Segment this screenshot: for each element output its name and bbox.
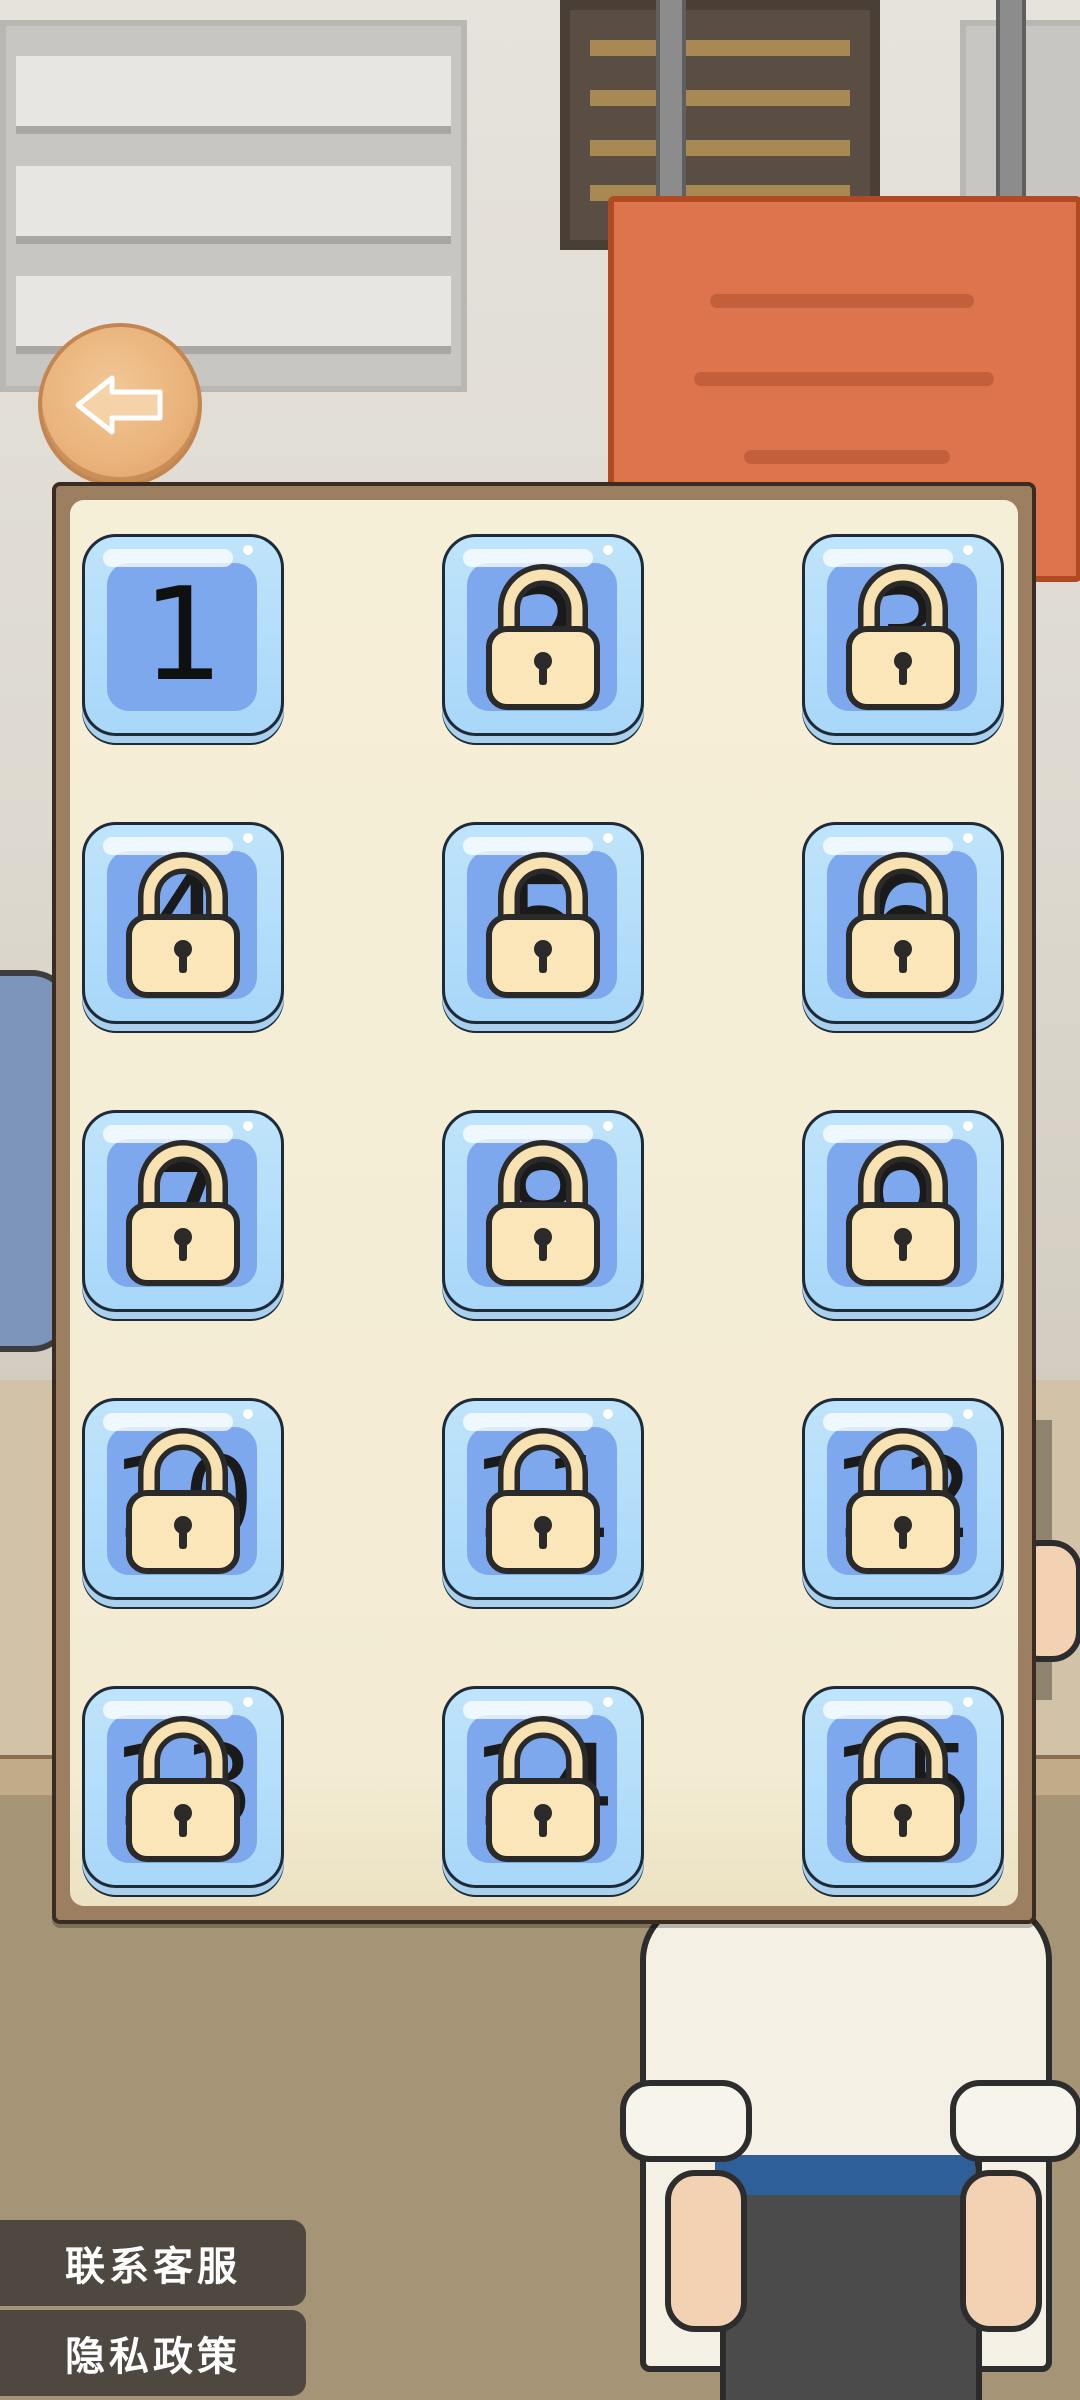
back-button[interactable] bbox=[38, 323, 202, 487]
padlock-icon bbox=[846, 1428, 960, 1574]
chef-hand bbox=[665, 2170, 747, 2332]
padlock-icon bbox=[126, 1716, 240, 1862]
sign-pole bbox=[996, 0, 1026, 200]
level-tile-locked[interactable]: 4 bbox=[82, 822, 284, 1024]
chef-pants bbox=[720, 2160, 982, 2400]
privacy-policy-button[interactable]: 隐私政策 bbox=[0, 2310, 306, 2396]
padlock-icon bbox=[486, 1428, 600, 1574]
level-tile-locked[interactable]: 12 bbox=[802, 1398, 1004, 1600]
padlock-icon bbox=[486, 1140, 600, 1286]
padlock-icon bbox=[126, 1140, 240, 1286]
kitchen-shelf bbox=[0, 20, 467, 392]
level-number: 1 bbox=[142, 560, 224, 710]
contact-support-button[interactable]: 联系客服 bbox=[0, 2220, 306, 2306]
padlock-icon bbox=[846, 1716, 960, 1862]
padlock-icon bbox=[846, 852, 960, 998]
chef-sleeve bbox=[620, 2080, 752, 2162]
level-tile-locked[interactable]: 3 bbox=[802, 534, 1004, 736]
padlock-icon bbox=[486, 852, 600, 998]
padlock-icon bbox=[486, 564, 600, 710]
level-grid: 123456789101112131415 bbox=[82, 534, 1004, 1888]
level-tile-locked[interactable]: 15 bbox=[802, 1686, 1004, 1888]
level-tile-locked[interactable]: 6 bbox=[802, 822, 1004, 1024]
padlock-icon bbox=[846, 564, 960, 710]
level-tile[interactable]: 1 bbox=[82, 534, 284, 736]
level-tile-locked[interactable]: 5 bbox=[442, 822, 644, 1024]
level-tile-locked[interactable]: 14 bbox=[442, 1686, 644, 1888]
padlock-icon bbox=[126, 1428, 240, 1574]
padlock-icon bbox=[846, 1140, 960, 1286]
chef-belt bbox=[715, 2155, 975, 2195]
level-tile-locked[interactable]: 13 bbox=[82, 1686, 284, 1888]
level-tile-locked[interactable]: 11 bbox=[442, 1398, 644, 1600]
chef-sleeve bbox=[950, 2080, 1080, 2162]
level-tile-locked[interactable]: 10 bbox=[82, 1398, 284, 1600]
padlock-icon bbox=[126, 852, 240, 998]
back-arrow-icon bbox=[75, 375, 163, 435]
padlock-icon bbox=[486, 1716, 600, 1862]
level-tile-locked[interactable]: 9 bbox=[802, 1110, 1004, 1312]
chef-hand bbox=[960, 2170, 1042, 2332]
level-tile-locked[interactable]: 2 bbox=[442, 534, 644, 736]
sign-pole bbox=[656, 0, 686, 200]
level-tile-locked[interactable]: 7 bbox=[82, 1110, 284, 1312]
level-tile-locked[interactable]: 8 bbox=[442, 1110, 644, 1312]
